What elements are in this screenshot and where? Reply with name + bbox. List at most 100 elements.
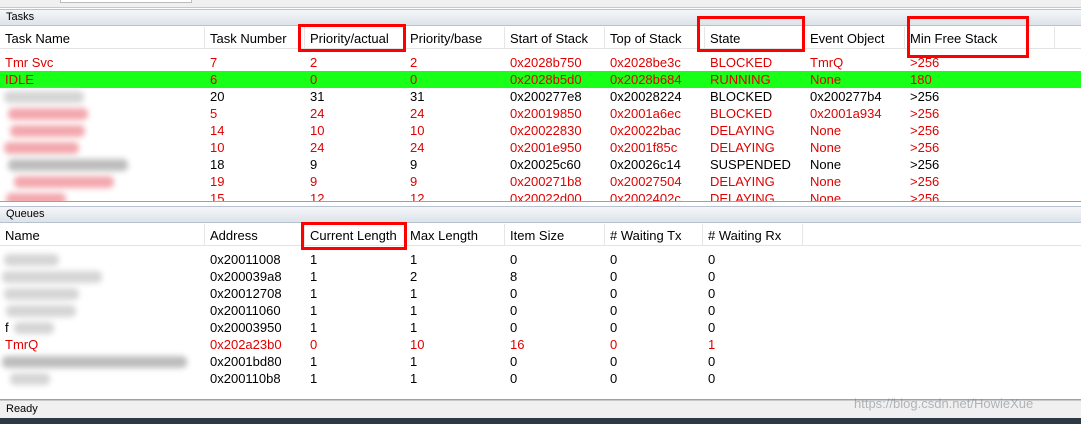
cell-start-of-stack: 0x20025c60 <box>510 157 581 172</box>
cell-start-of-stack: 0x2028b750 <box>510 55 582 70</box>
cell-current-length: 1 <box>310 320 318 335</box>
column-header-waiting-rx[interactable]: # Waiting Rx <box>703 224 803 246</box>
cell-name <box>0 285 205 302</box>
cell-start-of-stack: 0x2001e950 <box>510 140 582 155</box>
column-header-priority-actual[interactable]: Priority/actual <box>305 27 405 49</box>
cell-max-length: 1 <box>410 371 418 386</box>
queue-row[interactable]: 0x2001bd80 1 1 0 0 0 <box>0 353 1081 370</box>
cell-state: SUSPENDED <box>710 157 791 172</box>
cell-priority-base: 2 <box>410 55 418 70</box>
tasks-list[interactable]: Task Name Task Number Priority/actual Prior… <box>0 27 1081 202</box>
cell-task-number: 14 <box>210 123 225 138</box>
task-row[interactable]: 10 24 24 0x2001e950 0x2001f85c DELAYING None >2… <box>0 139 1081 156</box>
cell-task-name <box>0 105 205 122</box>
cell-address: 0x20011060 <box>210 303 281 318</box>
cell-task-number: 19 <box>210 174 225 189</box>
column-header-state[interactable]: State <box>705 27 805 49</box>
column-header-event-object[interactable]: Event Object <box>805 27 905 49</box>
cell-task-name <box>0 173 205 190</box>
task-row[interactable]: 14 10 10 0x20022830 0x20022bac DELAYING None >2… <box>0 122 1081 139</box>
cell-start-of-stack: 0x20019850 <box>510 106 582 121</box>
cell-task-number: 10 <box>210 140 225 155</box>
cell-item-size: 16 <box>510 337 525 352</box>
cell-waiting-rx: 0 <box>708 371 716 386</box>
cell-current-length: 1 <box>310 252 318 267</box>
cell-event-object: 0x200277b4 <box>810 89 882 104</box>
queue-row[interactable]: 0x20011008 1 1 0 0 0 <box>0 251 1081 268</box>
cell-address: 0x20003950 <box>210 320 282 335</box>
task-row[interactable]: 18 9 9 0x20025c60 0x20026c14 SUSPENDED None >25… <box>0 156 1081 173</box>
cell-task-number: 15 <box>210 191 225 202</box>
queue-row[interactable]: 0x20012708 1 1 0 0 0 <box>0 285 1081 302</box>
cell-priority-base: 31 <box>410 89 425 104</box>
cell-name <box>0 268 205 285</box>
tasks-column-header: Task Name Task Number Priority/actual Prior… <box>0 27 1081 49</box>
cell-priority-base: 9 <box>410 157 418 172</box>
queue-row[interactable]: TmrQ 0x202a23b0 0 10 16 0 1 <box>0 336 1081 353</box>
watermark-text: https://blog.csdn.net/HowieXue <box>854 396 1034 411</box>
cell-waiting-tx: 0 <box>610 252 618 267</box>
column-header-task-name[interactable]: Task Name <box>0 27 205 49</box>
column-header-start-of-stack[interactable]: Start of Stack <box>505 27 605 49</box>
cell-min-free-stack: >256 <box>910 55 940 70</box>
task-row[interactable]: IDLE 6 0 0 0x2028b5d0 0x2028b684 RUNNING None 18… <box>0 71 1081 88</box>
tasks-panel-header: Tasks <box>0 9 1081 26</box>
cell-task-name: Tmr Svc <box>5 55 54 70</box>
queue-row[interactable]: 0x200110b8 1 1 0 0 0 <box>0 370 1081 387</box>
cell-priority-base: 0 <box>410 72 418 87</box>
cell-priority-actual: 31 <box>310 89 325 104</box>
cell-task-number: 18 <box>210 157 225 172</box>
window-bottom-edge <box>0 418 1081 424</box>
cell-min-free-stack: >256 <box>910 157 940 172</box>
cell-current-length: 0 <box>310 337 318 352</box>
column-header-max-length[interactable]: Max Length <box>405 224 505 246</box>
queues-list[interactable]: Name Address Current Length Max Length Item … <box>0 224 1081 400</box>
column-header-item-size[interactable]: Item Size <box>505 224 605 246</box>
column-header-current-length[interactable]: Current Length <box>305 224 405 246</box>
cell-task-name <box>0 139 205 156</box>
cell-priority-base: 10 <box>410 123 425 138</box>
cell-item-size: 0 <box>510 286 518 301</box>
cell-priority-actual: 12 <box>310 191 325 202</box>
cell-waiting-rx: 0 <box>708 320 716 335</box>
cell-state: DELAYING <box>710 140 775 155</box>
cell-waiting-tx: 0 <box>610 286 618 301</box>
queue-row[interactable]: 0x200039a8 1 2 8 0 0 <box>0 268 1081 285</box>
cell-name <box>0 251 205 268</box>
queues-column-header: Name Address Current Length Max Length Item … <box>0 224 1081 246</box>
column-header-top-of-stack[interactable]: Top of Stack <box>605 27 705 49</box>
cell-waiting-tx: 0 <box>610 337 618 352</box>
task-row[interactable]: 19 9 9 0x200271b8 0x20027504 DELAYING None >256 <box>0 173 1081 190</box>
task-row[interactable]: 15 12 12 0x20022d00 0x2002402c DELAYING None >2… <box>0 190 1081 202</box>
task-row[interactable]: 20 31 31 0x200277e8 0x20028224 BLOCKED 0x20027… <box>0 88 1081 105</box>
cell-address: 0x200039a8 <box>210 269 282 284</box>
cell-top-of-stack: 0x20026c14 <box>610 157 681 172</box>
cell-waiting-tx: 0 <box>610 303 618 318</box>
task-row[interactable]: 5 24 24 0x20019850 0x2001a6ec BLOCKED 0x2001a9… <box>0 105 1081 122</box>
task-row[interactable]: Tmr Svc 7 2 2 0x2028b750 0x2028be3c BLOCKED Tmr… <box>0 54 1081 71</box>
cell-event-object: 0x2001a934 <box>810 106 882 121</box>
cell-name: f <box>5 320 9 335</box>
cell-item-size: 0 <box>510 354 518 369</box>
cell-waiting-rx: 0 <box>708 252 716 267</box>
cell-priority-base: 9 <box>410 174 418 189</box>
cell-start-of-stack: 0x20022d00 <box>510 191 582 202</box>
column-header-name[interactable]: Name <box>0 224 205 246</box>
cell-event-object: None <box>810 191 842 202</box>
cell-priority-base: 24 <box>410 106 425 121</box>
column-header-task-number[interactable]: Task Number <box>205 27 305 49</box>
column-header-address[interactable]: Address <box>205 224 305 246</box>
cell-address: 0x20011008 <box>210 252 281 267</box>
cell-task-number: 20 <box>210 89 225 104</box>
cell-priority-actual: 0 <box>310 72 318 87</box>
cell-address: 0x202a23b0 <box>210 337 282 352</box>
queue-row[interactable]: f 0x20003950 1 1 0 0 0 <box>0 319 1081 336</box>
queue-row[interactable]: 0x20011060 1 1 0 0 0 <box>0 302 1081 319</box>
cell-name: TmrQ <box>5 337 39 352</box>
cell-item-size: 0 <box>510 252 518 267</box>
column-header-waiting-tx[interactable]: # Waiting Tx <box>605 224 703 246</box>
cell-max-length: 1 <box>410 320 418 335</box>
column-header-priority-base[interactable]: Priority/base <box>405 27 505 49</box>
column-header-min-free-stack[interactable]: Min Free Stack <box>905 27 1055 49</box>
cell-waiting-tx: 0 <box>610 320 618 335</box>
